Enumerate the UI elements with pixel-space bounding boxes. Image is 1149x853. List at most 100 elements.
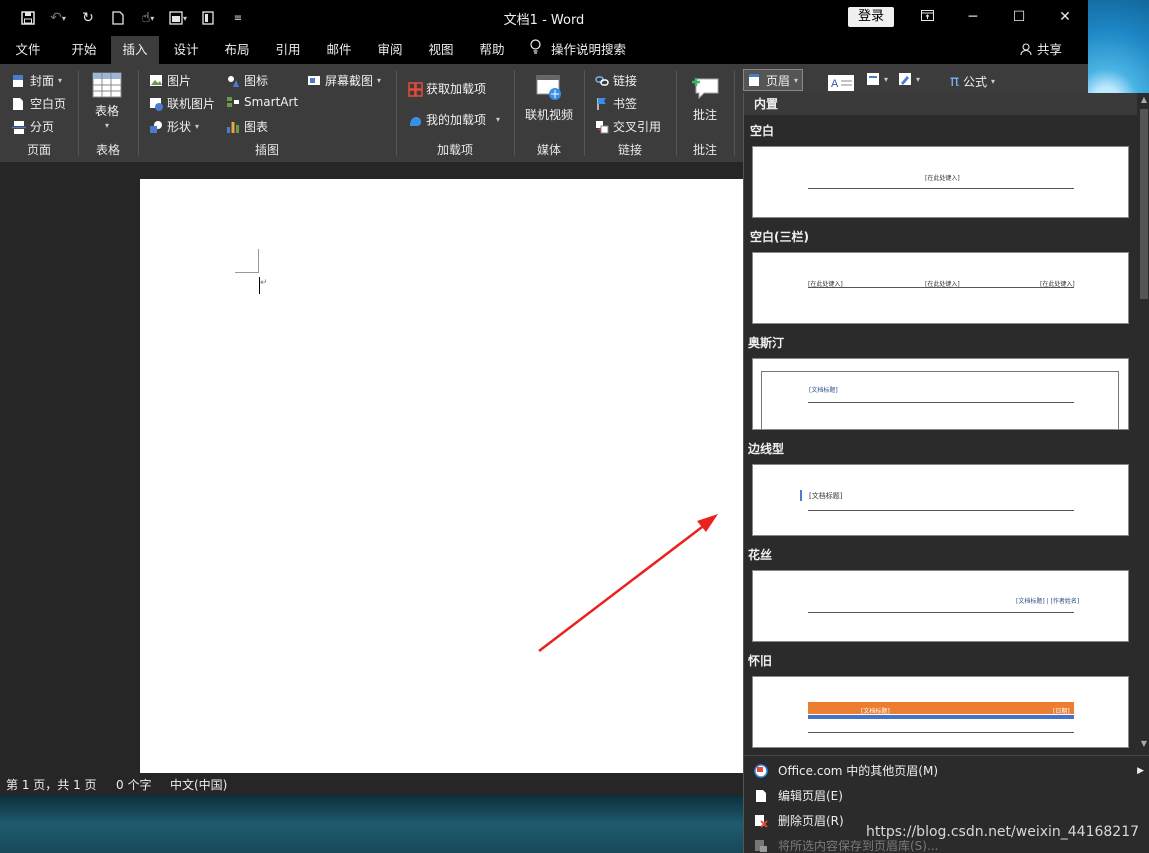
page-border (761, 371, 1119, 429)
header-gallery-dropdown: 内置 空白 [在此处键入] 空白(三栏) [在此处键入] [在此处键入] [在此… (743, 93, 1149, 853)
online-video-button[interactable]: 联机视频 (525, 74, 573, 123)
title-bar: ↶ ▾ ↻ ☝ ▾ ▾ ≡ 文档1 - Word 登录 ─ ☐ ✕ (0, 0, 1088, 36)
picture-icon (149, 74, 163, 88)
link-button[interactable]: 链接 (595, 72, 637, 89)
word-count[interactable]: 0 个字 (116, 776, 151, 793)
my-addins-button[interactable]: 我的加载项 ▾ (408, 111, 500, 128)
screenshot-button[interactable]: 屏幕截图 ▾ (307, 72, 381, 89)
ribbon-tabs: 文件 开始 插入 设计 布局 引用 邮件 审阅 视图 帮助 操作说明搜索 共享 (0, 36, 1088, 64)
link-label: 链接 (613, 74, 638, 88)
smartart-button[interactable]: SmartArt (226, 95, 298, 109)
header-option-filigree[interactable]: [文档标题] | [作者姓名] (752, 570, 1129, 642)
gallery-section-title: 边线型 (748, 442, 785, 456)
placeholder-text: [文档标题] (809, 387, 838, 394)
gallery-scrollbar[interactable]: ▲ ▼ (1138, 93, 1149, 753)
chart-button[interactable]: 图表 (226, 118, 268, 135)
cover-page-button[interactable]: 封面 ▾ (12, 72, 62, 89)
shapes-label: 形状 (167, 120, 192, 134)
chart-label: 图表 (244, 120, 269, 134)
signature-line-button[interactable]: ▾ (898, 72, 920, 86)
header-rule (808, 188, 1074, 189)
login-button[interactable]: 登录 (848, 7, 894, 27)
tab-file[interactable]: 文件 (4, 36, 52, 64)
bookmark-button[interactable]: 书签 (595, 95, 637, 112)
group-label-tables: 表格 (95, 143, 120, 157)
language-indicator[interactable]: 中文(中国) (170, 776, 227, 793)
tab-view[interactable]: 视图 (417, 36, 465, 64)
minimize-icon[interactable]: ─ (950, 0, 996, 34)
tab-help[interactable]: 帮助 (468, 36, 516, 64)
close-icon[interactable]: ✕ (1042, 0, 1088, 34)
header-button[interactable]: 页眉 ▾ (743, 69, 804, 91)
page-break-button[interactable]: 分页 (12, 118, 54, 135)
icons-label: 图标 (244, 74, 269, 88)
tab-layout[interactable]: 布局 (213, 36, 261, 64)
online-pictures-button[interactable]: 联机图片 (149, 95, 215, 112)
tab-references[interactable]: 引用 (264, 36, 312, 64)
share-button[interactable]: 共享 (1020, 36, 1062, 64)
quick-parts-button[interactable]: ▾ (866, 72, 888, 86)
blue-band (808, 715, 1074, 719)
header-option-retrospect[interactable]: [文档标题] [日期] (752, 676, 1129, 748)
document-page[interactable]: ↵ (140, 179, 745, 773)
online-pictures-label: 联机图片 (167, 97, 216, 111)
scrollbar-thumb[interactable] (1140, 109, 1148, 299)
tab-review[interactable]: 审阅 (366, 36, 414, 64)
scroll-up-icon[interactable]: ▲ (1138, 95, 1149, 104)
cross-reference-button[interactable]: 交叉引用 (595, 118, 661, 135)
tab-home[interactable]: 开始 (60, 36, 108, 64)
scroll-down-icon[interactable]: ▼ (1138, 739, 1149, 748)
get-addins-button[interactable]: 获取加载项 (408, 80, 486, 97)
header-option-austin[interactable]: [文档标题] (752, 358, 1129, 430)
online-video-label: 联机视频 (525, 108, 574, 122)
pictures-label: 图片 (167, 74, 192, 88)
pictures-button[interactable]: 图片 (149, 72, 191, 89)
blank-page-button[interactable]: 空白页 (12, 95, 66, 112)
ribbon-display-options-icon[interactable] (904, 0, 950, 34)
page-break-label: 分页 (30, 120, 55, 134)
gallery-section-title: 奥斯汀 (748, 336, 785, 350)
maximize-icon[interactable]: ☐ (996, 0, 1042, 34)
page-count[interactable]: 第 1 页，共 1 页 (6, 776, 97, 793)
placeholder-text: [在此处键入] (925, 175, 960, 182)
tab-mailings[interactable]: 邮件 (315, 36, 363, 64)
comment-label: 批注 (692, 108, 717, 122)
remove-header-icon (744, 814, 778, 828)
addin-icon (408, 113, 422, 127)
table-button[interactable]: 表格 ▾ (92, 72, 122, 130)
signature-icon (898, 72, 912, 86)
text-box-button[interactable]: A (827, 74, 854, 91)
document-area: ↵ (0, 162, 745, 773)
header-option-sideline[interactable]: [文档标题] (752, 464, 1129, 536)
gallery-section-title: 花丝 (748, 548, 773, 562)
menu-item-label: Office.com 中的其他页眉(M) (778, 764, 939, 778)
submenu-arrow-icon: ▶ (1137, 765, 1144, 776)
group-label-comments: 批注 (692, 143, 717, 157)
header-option-blank[interactable]: [在此处键入] (752, 146, 1129, 218)
tab-insert[interactable]: 插入 (111, 36, 159, 64)
icons-button[interactable]: 图标 (226, 72, 268, 89)
cover-page-icon (12, 74, 26, 88)
table-icon (92, 72, 122, 100)
my-addins-label: 我的加载项 (426, 113, 487, 127)
blank-page-icon (12, 97, 26, 111)
group-separator (734, 70, 735, 156)
equation-label: 公式 (963, 74, 988, 89)
group-label-media: 媒体 (536, 143, 561, 157)
header-label: 页眉 (766, 73, 791, 88)
tell-me-label: 操作说明搜索 (551, 42, 627, 57)
shapes-button[interactable]: 形状 ▾ (149, 118, 199, 135)
chart-icon (226, 120, 240, 134)
wallpaper-bottom (0, 795, 745, 853)
comment-icon (690, 74, 720, 102)
save-to-gallery-icon (744, 839, 778, 853)
sideline-bar (800, 490, 802, 501)
equation-button[interactable]: π 公式 ▾ (950, 72, 995, 90)
new-comment-button[interactable]: 批注 (690, 74, 720, 123)
tab-design[interactable]: 设计 (162, 36, 210, 64)
blank-page-label: 空白页 (30, 97, 67, 111)
tell-me-search[interactable]: 操作说明搜索 (530, 36, 626, 64)
edit-header-menu-item[interactable]: 编辑页眉(E) (744, 783, 1149, 808)
more-headers-office-com[interactable]: Office.com 中的其他页眉(M) ▶ (744, 758, 1149, 783)
header-option-blank-three-columns[interactable]: [在此处键入] [在此处键入] [在此处键入] (752, 252, 1129, 324)
